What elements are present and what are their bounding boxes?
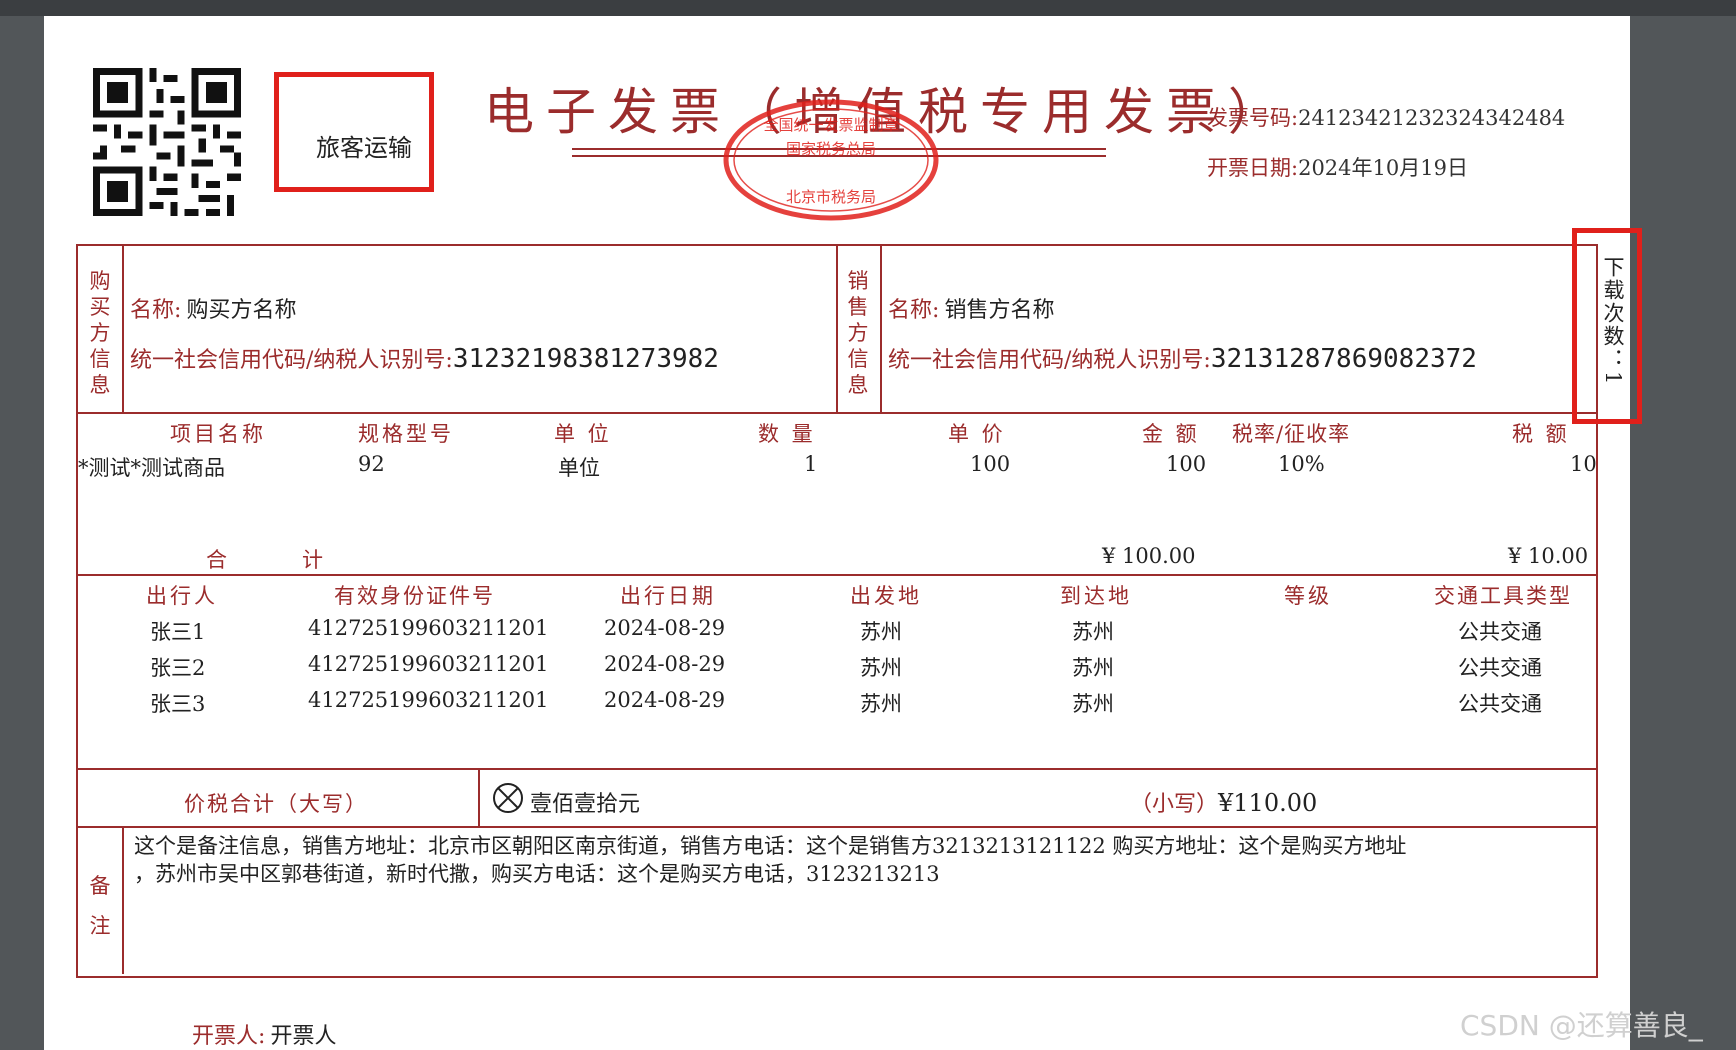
total-tax: ¥ 10.00 — [1508, 544, 1589, 568]
invoice-date-label: 开票日期: — [1207, 156, 1299, 180]
buyer-name-row: 名称: 购买方名称 — [130, 292, 297, 324]
travel-to: 苏州 — [1072, 692, 1114, 716]
item-qty: 1 — [804, 452, 818, 476]
traveler: 张三3 — [150, 692, 206, 716]
buyer-name: 购买方名称 — [186, 298, 297, 323]
issuer-label: 开票人: — [192, 1024, 266, 1049]
total-words-label: 价税合计（大写） — [184, 792, 368, 816]
travel-to: 苏州 — [1072, 656, 1114, 680]
buyer-tax-row: 统一社会信用代码/纳税人识别号:31232198381273982 — [130, 342, 719, 374]
header-amount: 金 额 — [1142, 422, 1200, 446]
travel-from: 苏州 — [860, 692, 902, 716]
item-name: *测试*测试商品 — [78, 456, 225, 480]
header-id: 有效身份证件号 — [334, 584, 495, 608]
qr-code-icon — [93, 68, 241, 216]
invoice-number: 发票号码:24123421232324342484 — [1207, 102, 1565, 132]
watermark: CSDN @还算善良_ — [1460, 1009, 1703, 1042]
divider — [478, 768, 480, 826]
invoice-number-label: 发票号码: — [1207, 106, 1299, 130]
viewer-toolbar — [0, 0, 1736, 16]
official-seal-icon: 全国统一发票监制章 国家税务总局 北京市税务局 — [723, 99, 939, 221]
traveler: 张三2 — [150, 656, 206, 680]
divider — [76, 412, 1596, 414]
travel-date: 2024-08-29 — [604, 688, 726, 712]
divider — [880, 244, 882, 412]
traveler-id: 412725199603211201 — [308, 616, 549, 640]
header-tax-rate: 税率/征收率 — [1232, 422, 1351, 446]
header-spec: 规格型号 — [358, 422, 454, 446]
item-amount: 100 — [1166, 452, 1207, 476]
item-price: 100 — [970, 452, 1011, 476]
buyer-section-label: 购买方信息 — [89, 269, 111, 397]
seller-tax-row: 统一社会信用代码/纳税人识别号:32131287869082372 — [888, 342, 1477, 374]
remarks-line-2: ，苏州市吴中区郭巷街道，新时代撒，购买方电话：这个是购买方电话，31232132… — [134, 862, 940, 886]
seal-text-bottom: 北京市税务局 — [786, 188, 876, 206]
total-lowercase-row: （小写）¥110.00 — [1130, 786, 1317, 818]
header-unit: 单 位 — [554, 422, 612, 446]
header-price: 单 价 — [948, 422, 1006, 446]
travel-from: 苏州 — [860, 620, 902, 644]
divider — [76, 574, 1596, 576]
invoice-number-value: 24123421232324342484 — [1298, 106, 1566, 130]
seller-name: 销售方名称 — [944, 298, 1055, 323]
traveler-id: 412725199603211201 — [308, 688, 549, 712]
buyer-tax-label: 统一社会信用代码/纳税人识别号: — [130, 348, 453, 373]
header-qty: 数 量 — [758, 422, 816, 446]
travel-date: 2024-08-29 — [604, 652, 726, 676]
remarks-label: 备注 — [89, 874, 111, 938]
remarks-line-1: 这个是备注信息，销售方地址：北京市区朝阳区南京街道，销售方电话：这个是销售方32… — [134, 834, 1407, 858]
total-amount: ¥ 100.00 — [1102, 544, 1196, 568]
travel-vehicle: 公共交通 — [1458, 620, 1542, 644]
travel-to: 苏州 — [1072, 620, 1114, 644]
header-tax: 税 额 — [1512, 422, 1570, 446]
header-to: 到达地 — [1060, 584, 1132, 608]
item-unit: 单位 — [558, 456, 600, 480]
issuer-name: 开票人 — [270, 1024, 337, 1049]
buyer-name-label: 名称: — [130, 298, 182, 323]
invoice-date-value: 2024年10月19日 — [1298, 156, 1468, 180]
seller-tax-id: 32131287869082372 — [1210, 344, 1477, 374]
seller-tax-label: 统一社会信用代码/纳税人识别号: — [888, 348, 1211, 373]
divider — [76, 768, 1596, 770]
header-item-name: 项目名称 — [170, 422, 266, 446]
header-from: 出发地 — [850, 584, 922, 608]
total-label: 合 计 — [206, 548, 326, 572]
divider — [122, 826, 124, 974]
header-travel-date: 出行日期 — [620, 584, 716, 608]
header-vehicle: 交通工具类型 — [1434, 584, 1572, 608]
travel-date: 2024-08-29 — [604, 616, 726, 640]
divider — [122, 244, 124, 412]
issuer-row: 开票人: 开票人 — [192, 1018, 337, 1050]
seller-name-label: 名称: — [888, 298, 940, 323]
item-spec: 92 — [358, 452, 385, 476]
item-tax-rate: 10% — [1278, 452, 1325, 476]
seal-text-middle: 国家税务总局 — [786, 140, 876, 158]
travel-vehicle: 公共交通 — [1458, 656, 1542, 680]
seal-text-top: 全国统一发票监制章 — [763, 116, 898, 134]
seller-section-label: 销售方信息 — [847, 269, 869, 397]
traveler: 张三1 — [150, 620, 206, 644]
seller-name-row: 名称: 销售方名称 — [888, 292, 1055, 324]
total-lowercase: ¥110.00 — [1218, 789, 1318, 817]
header-traveler: 出行人 — [146, 584, 218, 608]
download-count: 下载次数：1 — [1601, 256, 1625, 387]
travel-from: 苏州 — [860, 656, 902, 680]
divider — [76, 826, 1596, 828]
divider — [836, 244, 838, 412]
invoice-date: 开票日期:2024年10月19日 — [1207, 152, 1468, 182]
total-lowercase-label: （小写） — [1130, 792, 1219, 817]
header-level: 等级 — [1284, 584, 1332, 608]
travel-vehicle: 公共交通 — [1458, 692, 1542, 716]
total-uppercase: 壹佰壹拾元 — [530, 792, 641, 817]
traveler-id: 412725199603211201 — [308, 652, 549, 676]
buyer-tax-id: 31232198381273982 — [452, 344, 719, 374]
item-tax: 10 — [1570, 452, 1597, 476]
cross-circle-icon — [493, 783, 523, 813]
invoice-category: 旅客运输 — [316, 134, 412, 162]
